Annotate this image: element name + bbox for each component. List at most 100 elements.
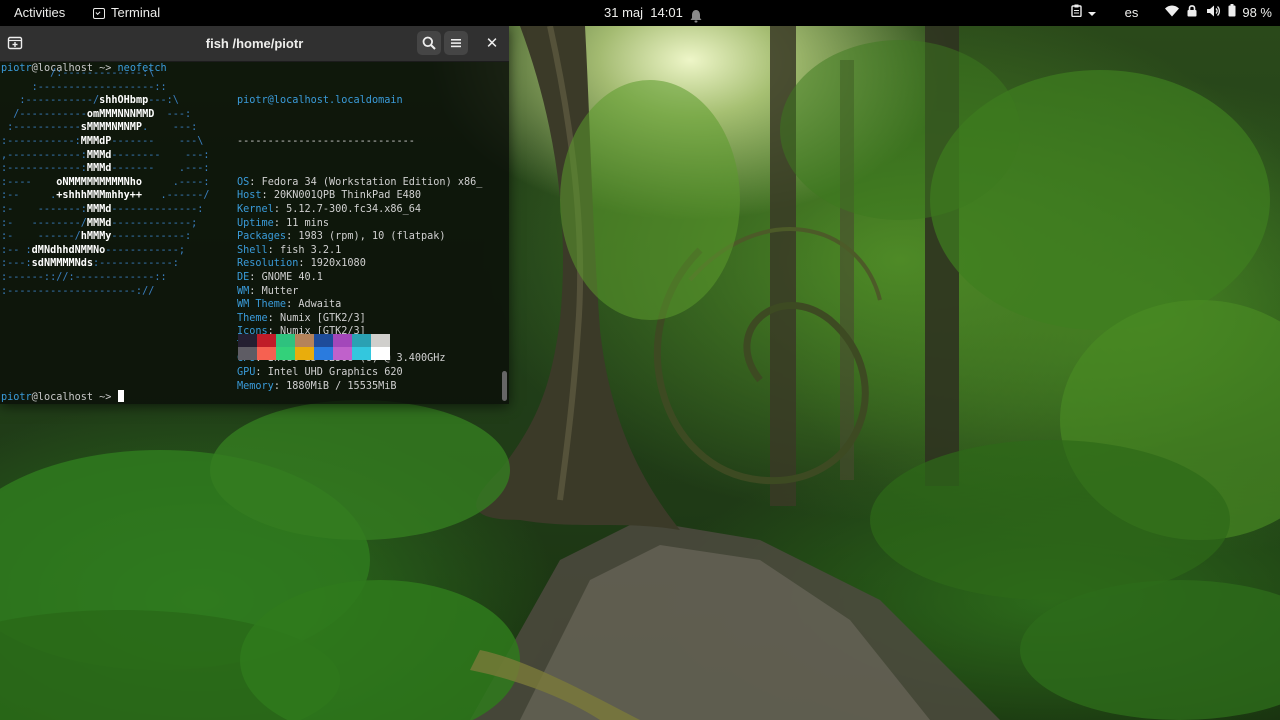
info-value: fish 3.2.1	[279, 244, 342, 256]
search-button[interactable]	[417, 31, 441, 55]
terminal-output[interactable]: piotr@localhost ~> neofetch /:----------…	[0, 62, 500, 404]
header-host: @localhost.localdomain	[267, 95, 403, 107]
palette-swatch	[314, 334, 333, 347]
terminal-icon	[93, 7, 105, 19]
clock-button[interactable]: 31 maj 14:01	[604, 0, 683, 26]
palette-swatch	[314, 347, 333, 360]
system-status-area[interactable]: es 98 %	[1070, 0, 1272, 26]
lock-icon	[1187, 0, 1197, 26]
info-key: Packages	[237, 231, 287, 243]
logo-line: /:-------------:\	[1, 68, 155, 79]
battery-icon	[1228, 0, 1236, 26]
search-icon	[422, 36, 436, 50]
terminal-scrollbar[interactable]	[502, 371, 507, 401]
palette-swatch	[333, 347, 352, 360]
palette-swatch	[295, 347, 314, 360]
palette-swatch	[295, 334, 314, 347]
info-value: 11 mins	[286, 217, 330, 229]
info-key: Uptime	[237, 217, 274, 229]
info-row: WM: Mutter	[237, 285, 299, 297]
palette-swatch	[238, 347, 257, 360]
logo-line: :-- .+shhhMMMmhhy++ .------/	[1, 190, 210, 202]
prompt-line[interactable]: piotr@localhost ~>	[1, 390, 124, 404]
clock-date: 31 maj	[604, 5, 644, 20]
logo-line: :---------------------://	[1, 285, 155, 297]
logo-line: :- ------/hMMMy------------:	[1, 231, 192, 243]
info-value: 1983 (rpm), 10 (flatpak)	[298, 231, 446, 243]
palette-swatch	[276, 334, 295, 347]
info-row: OS: Fedora 34 (Workstation Edition) x86_	[237, 176, 483, 188]
logo-line: ,------------:MMMd-------- ---:	[1, 149, 210, 161]
info-key: Kernel	[237, 203, 274, 215]
palette-swatch	[352, 334, 371, 347]
info-row: DE: GNOME 40.1	[237, 271, 323, 283]
palette-swatch	[352, 347, 371, 360]
palette-swatch	[257, 334, 276, 347]
clipboard-icon[interactable]	[1070, 0, 1082, 26]
battery-percentage: 98 %	[1242, 5, 1272, 20]
logo-line: :-----------:MMMdP------- ---\	[1, 135, 204, 147]
fedora-ascii-logo: /:-------------:\ :-------------------::…	[1, 67, 210, 298]
info-separator: -----------------------------	[237, 135, 415, 147]
info-row: Theme: Numix [GTK2/3]	[237, 312, 366, 324]
logo-line: :------------:MMMd------- .---:	[1, 163, 210, 175]
logo-line: :-----------/shhOHbmp---:\	[1, 95, 179, 107]
palette-swatch	[371, 347, 390, 360]
info-key: Theme	[237, 312, 268, 324]
info-value: Adwaita	[298, 299, 342, 311]
wifi-icon	[1165, 0, 1180, 26]
close-button[interactable]: ✕	[483, 31, 501, 55]
info-value: Mutter	[261, 285, 299, 297]
info-value: 1880MiB / 15535MiB	[286, 380, 397, 392]
info-row: Kernel: 5.12.7-300.fc34.x86_64	[237, 203, 422, 215]
info-key: GPU	[237, 367, 256, 379]
logo-line: :-------------------::	[1, 81, 167, 93]
terminal-window[interactable]: fish /home/piotr ✕ piotr@localhost ~> ne…	[0, 26, 509, 404]
info-row: Resolution: 1920x1080	[237, 258, 366, 270]
info-key: Memory	[237, 380, 274, 392]
palette-swatch	[238, 334, 257, 347]
logo-line: :------:://:-------------::	[1, 271, 167, 283]
info-row: GPU: Intel UHD Graphics 620	[237, 367, 403, 379]
info-value: Numix [GTK2/3]	[279, 312, 366, 324]
info-row: Uptime: 11 mins	[237, 217, 330, 229]
info-value: Fedora 34 (Workstation Edition) x86_	[261, 176, 483, 188]
clock-time: 14:01	[650, 5, 683, 20]
info-row: Host: 20KN001QPB ThinkPad E480	[237, 190, 422, 202]
info-key: DE	[237, 271, 250, 283]
info-header: piotr@localhost.localdomain	[237, 94, 482, 108]
info-value: Intel UHD Graphics 620	[267, 367, 403, 379]
activities-button[interactable]: Activities	[14, 0, 65, 26]
palette-swatch	[257, 347, 276, 360]
palette-swatch	[371, 334, 390, 347]
text-cursor	[117, 390, 124, 402]
logo-line: :---- oNMMMMMMMMMNho .----:	[1, 176, 210, 188]
color-palette	[238, 334, 390, 360]
hamburger-menu-icon	[451, 39, 461, 48]
info-key: Shell	[237, 244, 268, 256]
info-value: GNOME 40.1	[261, 271, 323, 283]
logo-line: :---:sdNMMMMNds:------------:	[1, 258, 179, 270]
logo-line: /-----------omMMMNNNMMD ---:	[1, 108, 192, 120]
info-key: Resolution	[237, 258, 299, 270]
terminal-headerbar[interactable]: fish /home/piotr ✕	[0, 26, 509, 62]
neofetch-info: piotr@localhost.localdomain ------------…	[237, 67, 482, 420]
info-row: Shell: fish 3.2.1	[237, 244, 342, 256]
logo-line: :-- :dMNdhhdNMMNo------------;	[1, 244, 186, 256]
chevron-down-icon[interactable]	[1087, 0, 1096, 26]
info-row: WM Theme: Adwaita	[237, 299, 342, 311]
palette-swatch	[333, 334, 352, 347]
prompt-user-2: piotr	[1, 392, 32, 403]
app-menu-button[interactable]: Terminal	[93, 0, 160, 26]
notification-bell-icon	[690, 6, 702, 23]
logo-line: :- --------/MMMd-------------;	[1, 217, 198, 229]
close-icon: ✕	[485, 34, 499, 52]
logo-line: :- -------:MMMd--------------:	[1, 203, 204, 215]
logo-line: :-----------sMMMMNMNMP. ---:	[1, 122, 198, 134]
palette-swatch	[276, 347, 295, 360]
hamburger-menu-button[interactable]	[444, 31, 468, 55]
keyboard-layout-indicator[interactable]: es	[1125, 0, 1139, 26]
info-value: 20KN001QPB ThinkPad E480	[273, 190, 422, 202]
app-menu-label: Terminal	[111, 5, 161, 20]
info-row: Packages: 1983 (rpm), 10 (flatpak)	[237, 231, 446, 243]
